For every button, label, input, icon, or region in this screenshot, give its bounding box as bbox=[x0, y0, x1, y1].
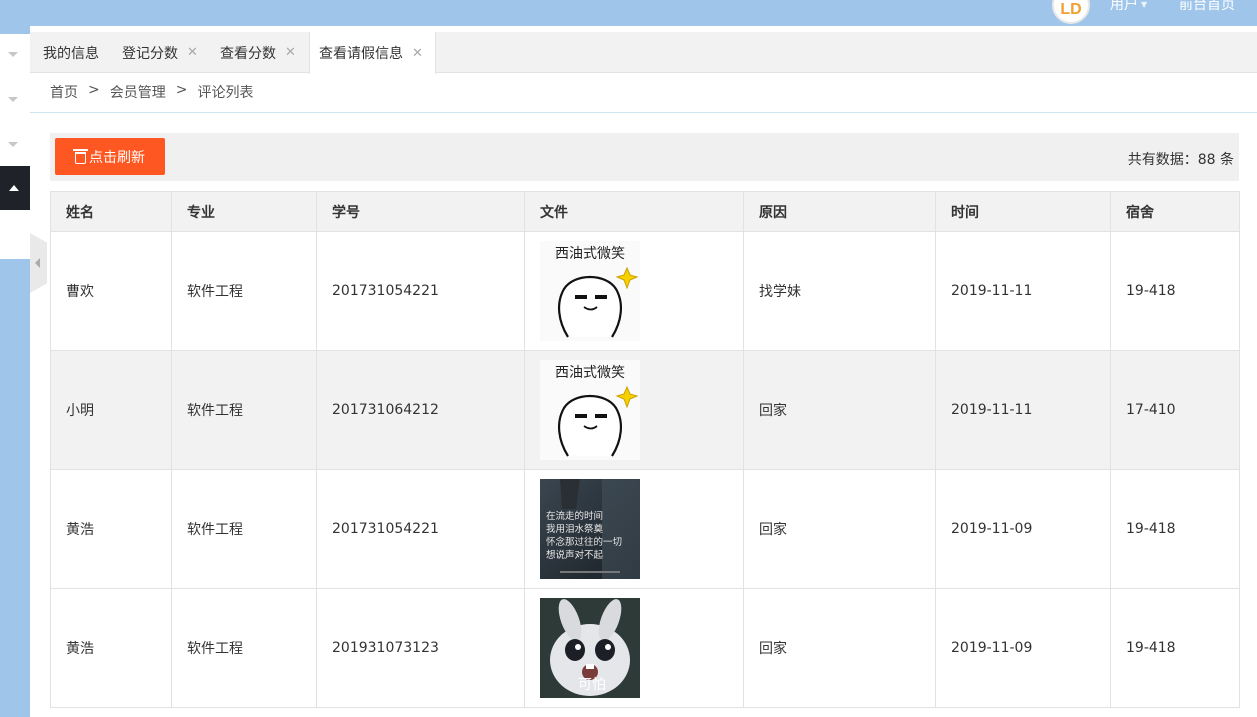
cell-major: 软件工程 bbox=[171, 231, 317, 351]
cell-file: 在流走的时间 我用泪水祭奠 怀念那过往的一切 想说声对不起 bbox=[524, 469, 744, 589]
cell-time: 2019-11-11 bbox=[935, 231, 1111, 351]
cell-major: 软件工程 bbox=[171, 469, 317, 589]
table-toolbar: 点击刷新 共有数据：88 条 bbox=[50, 133, 1239, 181]
tab-label: 查看分数 bbox=[220, 45, 276, 62]
chevron-down-icon[interactable] bbox=[8, 97, 18, 102]
column-header-major: 专业 bbox=[171, 191, 317, 232]
cell-time: 2019-11-09 bbox=[935, 469, 1111, 589]
image-caption: 西油式微笑 bbox=[555, 365, 625, 381]
cell-file: 西油式微笑 bbox=[524, 231, 744, 351]
column-header-student-id: 学号 bbox=[316, 191, 525, 232]
cell-time: 2019-11-11 bbox=[935, 350, 1111, 470]
leave-table: 姓名 专业 学号 文件 原因 时间 宿舍 曹欢 软件工程 20173105422… bbox=[50, 191, 1240, 708]
meme-smile-image[interactable]: 西油式微笑 bbox=[540, 241, 640, 341]
column-header-reason: 原因 bbox=[743, 191, 936, 232]
divider bbox=[30, 112, 1257, 113]
chevron-down-icon[interactable] bbox=[8, 142, 18, 147]
cell-name: 小明 bbox=[50, 350, 172, 470]
quote-line-2: 我用泪水祭奠 bbox=[546, 523, 604, 535]
quote-photo-image[interactable]: 在流走的时间 我用泪水祭奠 怀念那过往的一切 想说声对不起 bbox=[540, 479, 640, 579]
table-row: 曹欢 软件工程 201731054221 西油式微笑 找学妹 2019-11-1… bbox=[50, 231, 1240, 351]
table-header-row: 姓名 专业 学号 文件 原因 时间 宿舍 bbox=[50, 191, 1240, 232]
close-icon[interactable]: ✕ bbox=[412, 46, 423, 61]
cell-reason: 回家 bbox=[743, 469, 936, 589]
sidebar-item-active[interactable] bbox=[0, 166, 30, 210]
cell-student-id: 201731054221 bbox=[316, 231, 525, 351]
column-header-dorm: 宿舍 bbox=[1110, 191, 1240, 232]
close-icon[interactable]: ✕ bbox=[187, 45, 198, 60]
user-avatar[interactable]: LD bbox=[1052, 0, 1090, 24]
column-header-name: 姓名 bbox=[50, 191, 172, 232]
tab-label: 登记分数 bbox=[122, 45, 178, 62]
cell-reason: 找学妹 bbox=[743, 231, 936, 351]
breadcrumb-separator: > bbox=[88, 82, 100, 98]
refresh-button[interactable]: 点击刷新 bbox=[55, 138, 165, 175]
cell-file: 西油式微笑 bbox=[524, 350, 744, 470]
column-header-time: 时间 bbox=[935, 191, 1111, 232]
tab-register-score[interactable]: 登记分数 ✕ bbox=[122, 32, 220, 73]
cell-name: 黄浩 bbox=[50, 469, 172, 589]
quote-line-3: 怀念那过往的一切 bbox=[546, 536, 622, 548]
logo-text: LD bbox=[1060, 1, 1082, 18]
cell-student-id: 201931073123 bbox=[316, 588, 525, 708]
chevron-left-icon bbox=[35, 258, 40, 268]
cell-reason: 回家 bbox=[743, 350, 936, 470]
quote-line-1: 在流走的时间 bbox=[546, 510, 603, 522]
column-header-file: 文件 bbox=[524, 191, 744, 232]
chevron-down-icon: ▼ bbox=[1141, 0, 1148, 9]
cell-file: 可怕 bbox=[524, 588, 744, 708]
breadcrumb: 首页 > 会员管理 > 评论列表 bbox=[50, 82, 253, 102]
quote-line-4: 想说声对不起 bbox=[546, 549, 604, 561]
cell-dorm: 19-418 bbox=[1110, 588, 1240, 708]
sidebar-menu bbox=[0, 34, 30, 259]
breadcrumb-comment-list: 评论列表 bbox=[197, 85, 254, 101]
cell-dorm: 19-418 bbox=[1110, 469, 1240, 589]
top-header: LD 用户 ▼ 前台首页 bbox=[0, 0, 1257, 26]
breadcrumb-member-management[interactable]: 会员管理 bbox=[110, 82, 166, 102]
tab-my-info[interactable]: 我的信息 bbox=[30, 32, 112, 73]
cell-student-id: 201731064212 bbox=[316, 350, 525, 470]
sidebar bbox=[0, 26, 30, 717]
tab-view-leave-info[interactable]: 查看请假信息 ✕ bbox=[309, 32, 436, 74]
cell-name: 黄浩 bbox=[50, 588, 172, 708]
meme-smile-image[interactable]: 西油式微笑 bbox=[540, 360, 640, 460]
cell-dorm: 19-418 bbox=[1110, 231, 1240, 351]
tab-bar: 我的信息 登记分数 ✕ 查看分数 ✕ 查看请假信息 ✕ bbox=[30, 32, 1257, 74]
cell-major: 软件工程 bbox=[171, 588, 317, 708]
image-caption: 西油式微笑 bbox=[555, 246, 625, 262]
cell-name: 曹欢 bbox=[50, 231, 172, 351]
cell-student-id: 201731054221 bbox=[316, 469, 525, 589]
total-count: 共有数据：88 条 bbox=[1127, 152, 1234, 168]
close-icon[interactable]: ✕ bbox=[285, 45, 296, 60]
user-menu[interactable]: 用户 ▼ bbox=[1110, 0, 1147, 14]
table-row: 小明 软件工程 201731064212 西油式微笑 回家 2019-11-11… bbox=[50, 350, 1240, 470]
image-caption: 可怕 bbox=[578, 677, 606, 693]
breadcrumb-separator: > bbox=[175, 82, 188, 98]
cell-major: 软件工程 bbox=[171, 350, 317, 470]
table-row: 黄浩 软件工程 201931073123 可怕 回家 2019-11-09 19… bbox=[50, 588, 1240, 708]
refresh-button-label: 点击刷新 bbox=[89, 149, 145, 166]
chevron-down-icon[interactable] bbox=[8, 52, 18, 57]
user-menu-label: 用户 bbox=[1110, 0, 1138, 13]
cell-time: 2019-11-09 bbox=[935, 588, 1111, 708]
sidebar-collapse-handle[interactable] bbox=[30, 233, 47, 293]
tab-view-score[interactable]: 查看分数 ✕ bbox=[220, 32, 310, 73]
chevron-up-icon bbox=[9, 185, 19, 191]
tab-label: 我的信息 bbox=[43, 45, 99, 62]
table-row: 黄浩 软件工程 201731054221 在流走的时间 我用泪水祭奠 怀念那过往… bbox=[50, 469, 1240, 589]
cell-dorm: 17-410 bbox=[1110, 350, 1240, 470]
tab-label: 查看请假信息 bbox=[319, 46, 403, 62]
scared-rabbit-image[interactable]: 可怕 bbox=[540, 598, 640, 698]
breadcrumb-home[interactable]: 首页 bbox=[50, 82, 78, 102]
trash-icon bbox=[73, 148, 88, 164]
front-home-link[interactable]: 前台首页 bbox=[1179, 0, 1235, 14]
cell-reason: 回家 bbox=[743, 588, 936, 708]
